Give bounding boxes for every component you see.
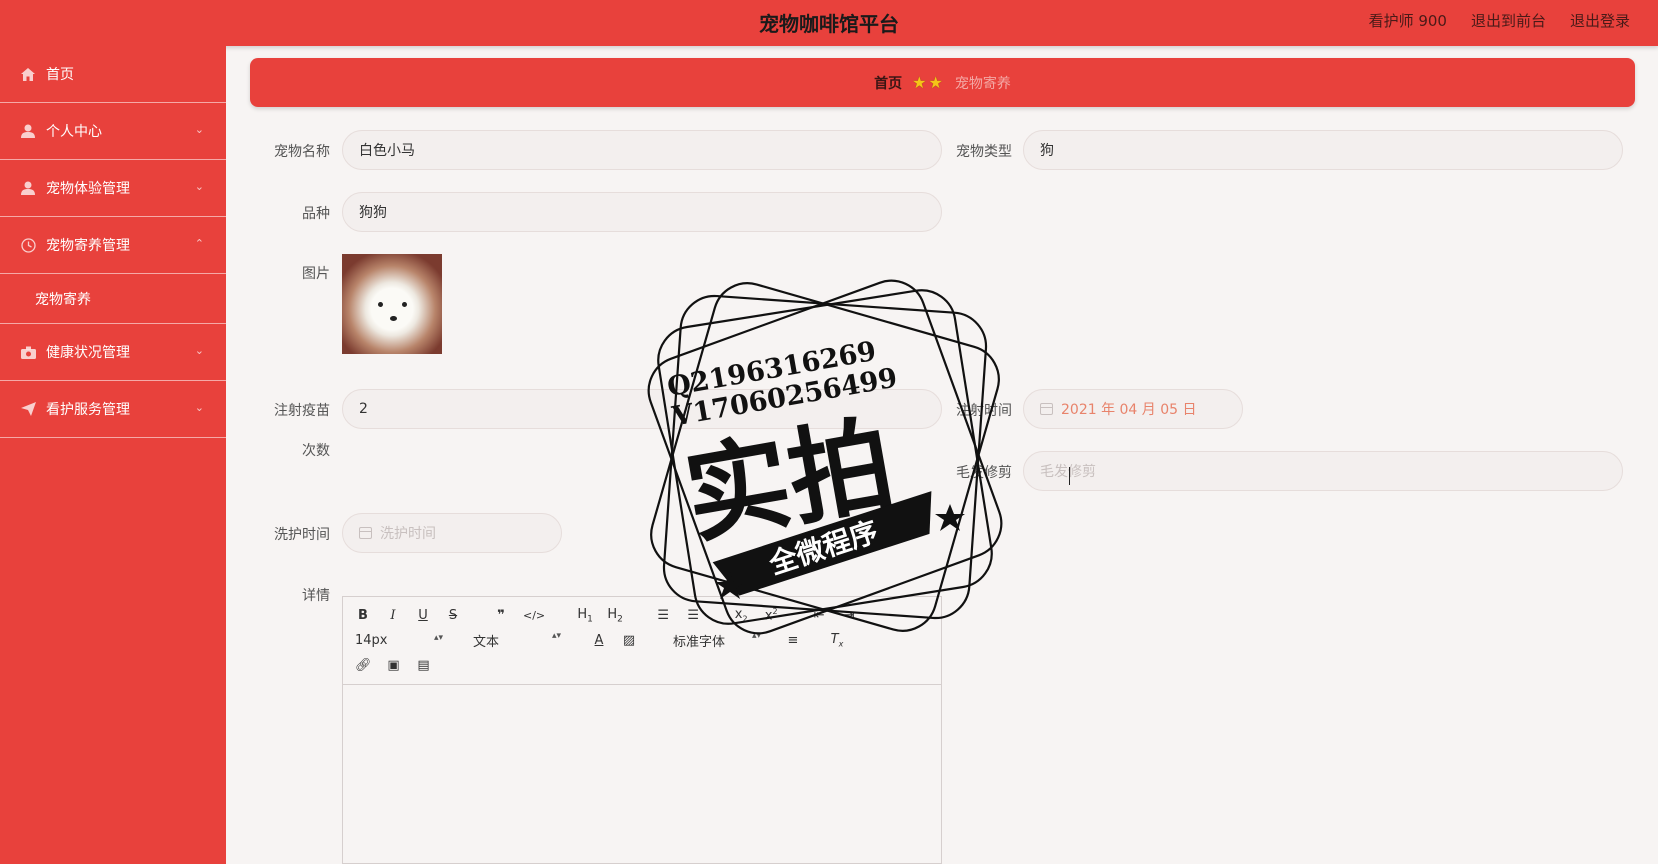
home-icon — [20, 66, 36, 82]
grooming-label: 毛发修剪 — [956, 465, 1012, 481]
font-size-value: 14px — [355, 633, 388, 648]
editor-toolbar: B I U S ❞ </> H1 H2 ☰ ☰ x2 x2 ⇤ ⇥ 14px ▴… — [343, 597, 941, 685]
text-type-select[interactable]: 文本 ▴▾ — [473, 631, 561, 650]
italic-button[interactable]: I — [385, 608, 401, 623]
sidebar-item-label: 看护服务管理 — [46, 402, 130, 418]
code-block-button[interactable]: </> — [523, 609, 545, 622]
user-icon — [20, 123, 36, 139]
breadcrumb: 首页 ★★ 宠物寄养 — [250, 58, 1635, 107]
align-icon[interactable]: ≡ — [785, 633, 801, 648]
bullet-list-icon[interactable]: ☰ — [685, 608, 701, 623]
chevron-down-icon: ⌄ — [194, 123, 204, 136]
pet-type-label: 宠物类型 — [956, 144, 1012, 160]
vaccine-count-label: 注射疫苗 — [274, 403, 330, 419]
sidebar-subitem-label: 宠物寄养 — [35, 291, 91, 308]
wash-time-picker[interactable]: 洗护时间 — [342, 513, 562, 553]
breed-label: 品种 — [302, 206, 330, 222]
wash-time-placeholder: 洗护时间 — [380, 526, 436, 542]
star-icon: ★★ — [912, 73, 945, 92]
blockquote-button[interactable]: ❞ — [493, 608, 509, 623]
font-family-value: 标准字体 — [673, 635, 726, 650]
sidebar-item-pet-experience[interactable]: 宠物体验管理 ⌄ — [0, 160, 226, 217]
sidebar-item-pet-boarding[interactable]: 宠物寄养管理 ⌃ — [0, 217, 226, 274]
chevron-down-icon: ⌄ — [194, 344, 204, 357]
sidebar-item-care-service[interactable]: 看护服务管理 ⌄ — [0, 381, 226, 438]
pet-type-value: 狗 — [1040, 143, 1054, 159]
calendar-icon — [359, 527, 372, 539]
image-label: 图片 — [302, 266, 330, 282]
wash-time-label: 洗护时间 — [274, 527, 330, 543]
vaccine-count-field[interactable]: 2 — [342, 389, 942, 429]
sidebar-item-label: 宠物寄养管理 — [46, 238, 130, 254]
link-icon[interactable]: 🔗︎ — [355, 658, 372, 673]
current-user: 看护师 900 — [1368, 12, 1447, 30]
heading2-button[interactable]: H2 — [607, 607, 623, 625]
breadcrumb-home[interactable]: 首页 — [874, 73, 902, 93]
text-cursor — [1069, 467, 1077, 485]
font-size-select[interactable]: 14px ▴▾ — [355, 633, 443, 648]
indent-icon[interactable]: ⇥ — [841, 608, 857, 623]
sidebar-item-home[interactable]: 首页 — [0, 46, 226, 103]
clear-format-icon[interactable]: Tx — [829, 632, 845, 649]
strikethrough-button[interactable]: S — [445, 608, 461, 623]
vaccine-count-value: 2 — [359, 401, 368, 417]
exit-to-front-link[interactable]: 退出到前台 — [1471, 10, 1546, 31]
sidebar-item-label: 首页 — [46, 67, 74, 83]
editor-content[interactable] — [343, 685, 941, 863]
camera-icon — [20, 344, 36, 360]
logout-link[interactable]: 退出登录 — [1570, 10, 1630, 31]
vaccine-time-label: 注射时间 — [956, 403, 1012, 419]
font-family-select[interactable]: 标准字体 ▴▾ — [673, 631, 761, 650]
chevron-up-icon: ⌃ — [194, 237, 204, 250]
sidebar-item-health-status[interactable]: 健康状况管理 ⌄ — [0, 324, 226, 381]
select-arrows-icon: ▴▾ — [751, 631, 761, 641]
text-type-value: 文本 — [473, 635, 500, 650]
details-label: 详情 — [302, 588, 330, 604]
font-color-button[interactable]: A — [591, 633, 607, 648]
ordered-list-icon[interactable]: ☰ — [655, 608, 671, 623]
top-header: 宠物咖啡馆平台 看护师 900 退出到前台 退出登录 — [0, 0, 1658, 46]
breed-value: 狗狗 — [359, 205, 387, 221]
user-icon — [20, 180, 36, 196]
sidebar: 首页 个人中心 ⌄ 宠物体验管理 ⌄ 宠物寄养管理 ⌃ 宠物寄养 健康状况管理 … — [0, 46, 226, 864]
sidebar-item-personal-center[interactable]: 个人中心 ⌄ — [0, 103, 226, 160]
pet-type-field[interactable]: 狗 — [1023, 130, 1623, 170]
breadcrumb-current: 宠物寄养 — [954, 75, 1011, 92]
star-icon — [715, 504, 965, 599]
bold-button[interactable]: B — [355, 608, 371, 623]
rich-text-editor: B I U S ❞ </> H1 H2 ☰ ☰ x2 x2 ⇤ ⇥ 14px ▴… — [342, 596, 942, 864]
sidebar-item-label: 个人中心 — [46, 124, 102, 140]
clock-icon — [20, 237, 36, 253]
subscript-button[interactable]: x2 — [733, 607, 749, 624]
pet-name-field[interactable]: 白色小马 — [342, 130, 942, 170]
pet-name-label: 宠物名称 — [274, 144, 330, 160]
background-color-button[interactable]: ▨ — [621, 633, 637, 648]
grooming-field[interactable]: 毛发修剪 — [1023, 451, 1623, 491]
superscript-button[interactable]: x2 — [763, 607, 779, 623]
sidebar-item-label: 健康状况管理 — [46, 345, 130, 361]
heading1-button[interactable]: H1 — [577, 607, 593, 625]
sidebar-item-label: 宠物体验管理 — [46, 181, 130, 197]
send-icon — [20, 401, 36, 417]
calendar-icon — [1040, 403, 1053, 415]
sidebar-subitem-pet-boarding[interactable]: 宠物寄养 — [0, 274, 226, 324]
chevron-down-icon: ⌄ — [194, 401, 204, 414]
pet-image[interactable] — [342, 254, 442, 354]
breed-field[interactable]: 狗狗 — [342, 192, 942, 232]
vaccine-time-picker[interactable]: 2021 年 04 月 05 日 — [1023, 389, 1243, 429]
select-arrows-icon: ▴▾ — [551, 631, 561, 641]
vaccine-count-label-2: 次数 — [302, 443, 330, 459]
video-icon[interactable]: ▤ — [416, 658, 432, 673]
chevron-down-icon: ⌄ — [194, 180, 204, 193]
vaccine-time-value: 2021 年 04 月 05 日 — [1061, 402, 1197, 418]
image-icon[interactable]: ▣ — [386, 658, 402, 673]
grooming-placeholder: 毛发修剪 — [1040, 464, 1096, 480]
header-actions: 看护师 900 退出到前台 退出登录 — [1369, 10, 1630, 31]
watermark-ribbon: 全微程序 — [764, 515, 882, 581]
select-arrows-icon: ▴▾ — [433, 633, 443, 643]
outdent-icon[interactable]: ⇤ — [811, 608, 827, 623]
pet-name-value: 白色小马 — [359, 143, 415, 159]
underline-button[interactable]: U — [415, 608, 431, 623]
